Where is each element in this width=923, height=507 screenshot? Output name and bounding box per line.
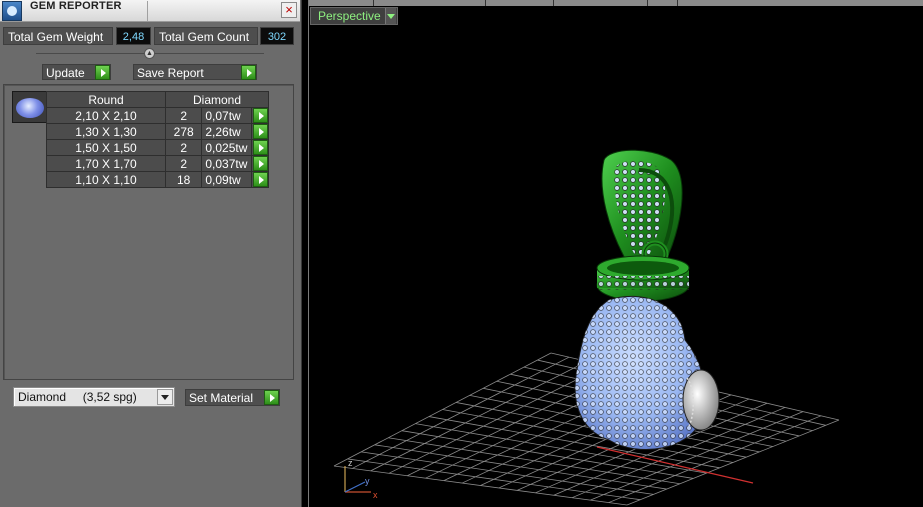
totals-row: Total Gem Weight 2,48 Total Gem Count 30… bbox=[3, 27, 297, 45]
gem-reporter-panel: GEM REPORTER × Total Gem Weight 2,48 Tot… bbox=[0, 0, 302, 507]
gem-weight: 2,26tw bbox=[201, 123, 252, 140]
window-title: GEM REPORTER bbox=[30, 0, 122, 12]
chevron-down-icon[interactable] bbox=[385, 8, 396, 24]
header-diamond: Diamond bbox=[165, 91, 269, 108]
arrow-right-icon bbox=[252, 108, 268, 123]
gem-size: 1,70 X 1,70 bbox=[46, 155, 166, 172]
view-mode-label: Perspective bbox=[318, 9, 381, 23]
save-report-button[interactable]: Save Report bbox=[133, 64, 257, 80]
gem-weight: 0,025tw bbox=[201, 139, 252, 156]
splitter-icon[interactable]: ▲ bbox=[144, 48, 155, 59]
axis-gizmo: z y x bbox=[344, 458, 378, 500]
title-separator bbox=[147, 1, 148, 21]
row-go-button[interactable] bbox=[250, 123, 270, 140]
material-selected-value: Diamond (3,52 spg) bbox=[18, 390, 137, 404]
close-icon: × bbox=[285, 2, 293, 17]
header-round: Round bbox=[46, 91, 166, 108]
set-material-label: Set Material bbox=[189, 391, 254, 405]
axis-y-label: y bbox=[365, 476, 370, 486]
total-count-label: Total Gem Count bbox=[154, 27, 258, 45]
table-row[interactable]: 1,70 X 1,70 2 0,037tw bbox=[46, 155, 270, 172]
arrow-right-icon bbox=[264, 390, 279, 405]
save-report-label: Save Report bbox=[137, 66, 204, 80]
total-weight-label: Total Gem Weight bbox=[3, 27, 113, 45]
axis-z-label: z bbox=[348, 458, 353, 468]
total-weight-value: 2,48 bbox=[116, 27, 151, 45]
material-dropdown[interactable]: Diamond (3,52 spg) bbox=[13, 387, 175, 407]
3d-viewport[interactable]: z y x Perspective bbox=[308, 0, 923, 507]
arrow-right-icon bbox=[241, 65, 256, 80]
row-go-button[interactable] bbox=[250, 107, 270, 124]
table-row[interactable]: 1,30 X 1,30 278 2,26tw bbox=[46, 123, 270, 140]
gem-size: 1,50 X 1,50 bbox=[46, 139, 166, 156]
total-count-value: 302 bbox=[260, 27, 294, 45]
gem-weight: 0,09tw bbox=[201, 171, 252, 188]
chevron-down-icon[interactable] bbox=[157, 389, 173, 405]
gem-count: 2 bbox=[164, 155, 203, 172]
scene-canvas[interactable]: z y x bbox=[309, 0, 923, 507]
table-row[interactable]: 1,10 X 1,10 18 0,09tw bbox=[46, 171, 270, 188]
gem-size: 1,30 X 1,30 bbox=[46, 123, 166, 140]
set-material-button[interactable]: Set Material bbox=[185, 389, 280, 406]
gem-size: 1,10 X 1,10 bbox=[46, 171, 166, 188]
gem-table: Round Diamond 2,10 X 2,10 2 0,07tw 1,30 … bbox=[46, 91, 270, 188]
update-button[interactable]: Update bbox=[42, 64, 111, 80]
gem-table-area: Round Diamond 2,10 X 2,10 2 0,07tw 1,30 … bbox=[3, 84, 294, 380]
table-row[interactable]: 2,10 X 2,10 2 0,07tw bbox=[46, 107, 270, 124]
arrow-right-icon bbox=[252, 140, 268, 155]
arrow-right-icon bbox=[95, 65, 110, 80]
gem-count: 18 bbox=[164, 171, 203, 188]
gem-table-header: Round Diamond bbox=[46, 91, 269, 108]
pendant-model[interactable] bbox=[574, 149, 720, 451]
arrow-right-icon bbox=[252, 124, 268, 139]
gem-count: 278 bbox=[164, 123, 203, 140]
gem-size: 2,10 X 2,10 bbox=[46, 107, 166, 124]
row-go-button[interactable] bbox=[250, 171, 270, 188]
arrow-right-icon bbox=[252, 172, 268, 187]
close-button[interactable]: × bbox=[281, 2, 297, 18]
row-go-button[interactable] bbox=[250, 155, 270, 172]
gem-weight: 0,037tw bbox=[201, 155, 252, 172]
update-label: Update bbox=[46, 66, 85, 80]
axis-x-label: x bbox=[373, 490, 378, 500]
gem-count: 2 bbox=[164, 139, 203, 156]
row-go-button[interactable] bbox=[250, 139, 270, 156]
gem-thumbnail-icon bbox=[12, 91, 48, 123]
title-bar: GEM REPORTER × bbox=[0, 0, 300, 22]
arrow-right-icon bbox=[252, 156, 268, 171]
gem-weight: 0,07tw bbox=[201, 107, 252, 124]
gem-count: 2 bbox=[164, 107, 203, 124]
app-icon bbox=[2, 1, 22, 21]
table-row[interactable]: 1,50 X 1,50 2 0,025tw bbox=[46, 139, 270, 156]
